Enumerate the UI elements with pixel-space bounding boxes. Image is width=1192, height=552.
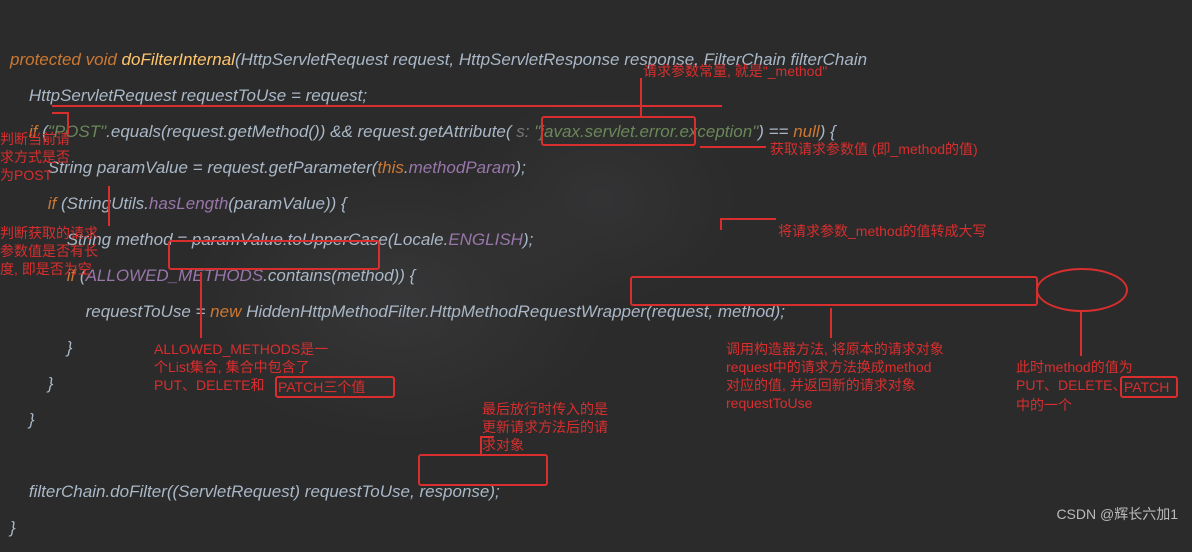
str-exception: "javax.servlet.error.exception" (534, 122, 758, 141)
field-methodParam: methodParam (409, 158, 516, 177)
kw-null: null (793, 122, 819, 141)
line9: } (67, 338, 73, 357)
hint-s: s: (512, 122, 535, 141)
line12: filterChain.doFilter((ServletRequest) re… (29, 482, 500, 501)
l6-a: String method = paramValue.toUpperCase(L… (67, 230, 449, 249)
l4-b: ); (515, 158, 525, 177)
static-english: ENGLISH (448, 230, 523, 249)
kw-this: this (377, 158, 403, 177)
method-name: doFilterInternal (122, 50, 235, 69)
l7-b: .contains(method)) { (263, 266, 415, 285)
l5-b: (paramValue)) { (228, 194, 346, 213)
l6-b: ); (523, 230, 533, 249)
l3-close: ) { (820, 122, 836, 141)
l8-b: HiddenHttpMethodFilter.HttpMethodRequest… (241, 302, 785, 321)
l8-a: requestToUse = (86, 302, 211, 321)
l3-open: ( (37, 122, 47, 141)
line2: HttpServletRequest requestToUse = reques… (29, 86, 367, 105)
static-hasLength: hasLength (149, 194, 228, 213)
kw-protected: protected (10, 50, 81, 69)
kw-new: new (210, 302, 241, 321)
line11: } (29, 410, 35, 429)
params: (HttpServletRequest request, HttpServlet… (235, 50, 867, 69)
str-post: "POST" (48, 122, 106, 141)
line13: } (10, 518, 16, 537)
line10: } (48, 374, 54, 393)
code-block: protected void doFilterInternal(HttpServ… (0, 0, 1192, 552)
l5-a: (StringUtils. (56, 194, 149, 213)
watermark: CSDN @辉长六加1 (1056, 504, 1178, 524)
l3-after: ) == (758, 122, 793, 141)
l4-a: String paramValue = request.getParameter… (48, 158, 378, 177)
l7-a: ( (75, 266, 85, 285)
static-allowed: ALLOWED_METHODS (86, 266, 264, 285)
l3-mid: .equals(request.getMethod()) && request.… (106, 122, 511, 141)
kw-void: void (86, 50, 117, 69)
kw-if-3: if (67, 266, 76, 285)
